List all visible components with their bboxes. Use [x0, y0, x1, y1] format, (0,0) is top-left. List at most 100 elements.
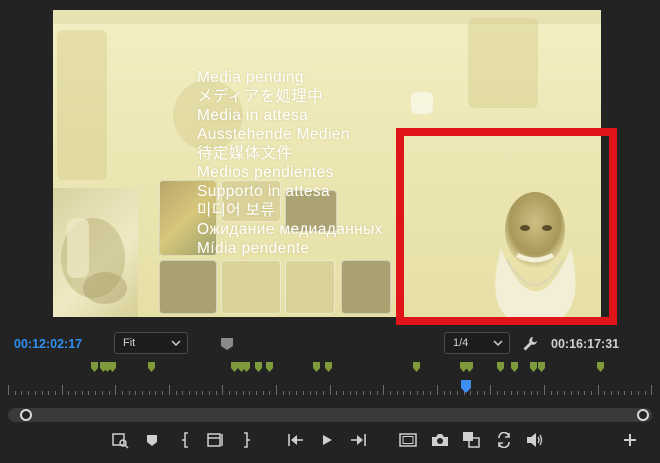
- ruler-tick: [544, 385, 545, 395]
- pending-line: 미디어 보류: [197, 202, 276, 219]
- pending-line: Media in attesa: [197, 107, 309, 124]
- marker-icon[interactable]: [325, 362, 332, 372]
- marker-icon[interactable]: [538, 362, 545, 372]
- ruler-tick: [617, 391, 619, 395]
- zoom-handle-right[interactable]: [637, 409, 649, 421]
- ruler-tick: [624, 391, 626, 395]
- play-button[interactable]: [317, 430, 337, 450]
- chevron-down-icon: [171, 340, 181, 347]
- pending-line: メディアを処理中: [197, 88, 324, 105]
- ruler-tick: [651, 385, 653, 395]
- ruler-tick: [644, 391, 646, 395]
- marker-icon[interactable]: [466, 362, 473, 372]
- marker-icon[interactable]: [266, 362, 273, 372]
- go-to-out-button[interactable]: [348, 430, 368, 450]
- ruler-tick: [276, 385, 277, 395]
- ruler-tick: [611, 391, 612, 395]
- ruler-tick: [162, 391, 164, 395]
- ruler-tick: [242, 391, 244, 395]
- ruler-tick: [523, 391, 525, 395]
- marker-icon: [147, 435, 157, 446]
- ruler-tick: [477, 391, 478, 395]
- ruler-tick: [296, 391, 298, 395]
- marker-icon[interactable]: [313, 362, 320, 372]
- pending-line: 待定媒体文件: [197, 145, 293, 162]
- marker-icon[interactable]: [413, 362, 420, 372]
- comparison-view-button[interactable]: [461, 430, 481, 450]
- zoom-handle-left[interactable]: [20, 409, 32, 421]
- timeline-markers: [0, 360, 660, 374]
- ruler-tick: [329, 385, 331, 395]
- ruler-tick: [95, 391, 97, 395]
- playback-resolution-value: 1/4: [453, 337, 469, 349]
- ruler-tick: [577, 391, 579, 395]
- audio-button[interactable]: [525, 430, 545, 450]
- duration-timecode: 00:16:17:31: [551, 337, 620, 351]
- ruler-tick: [343, 391, 344, 395]
- button-editor-button[interactable]: [620, 430, 640, 450]
- add-marker-icon[interactable]: [220, 337, 234, 351]
- ruler-tick: [316, 391, 318, 395]
- ghost-tile: [159, 260, 217, 314]
- marker-icon[interactable]: [148, 362, 155, 372]
- ruler-tick: [222, 385, 224, 395]
- ruler-tick: [34, 391, 36, 395]
- ruler-tick: [570, 391, 572, 395]
- export-frame-button[interactable]: [430, 430, 450, 450]
- chevron-down-icon: [493, 340, 503, 347]
- zoom-level-select[interactable]: Fit: [114, 332, 188, 354]
- time-ruler[interactable]: [8, 377, 653, 395]
- go-to-in-button[interactable]: [286, 430, 306, 450]
- current-timecode[interactable]: 00:12:02:17: [14, 337, 82, 351]
- zoom-scroll-bar[interactable]: [8, 408, 652, 422]
- marker-icon[interactable]: [597, 362, 604, 372]
- ruler-tick: [135, 391, 137, 395]
- red-highlight-box: [396, 128, 617, 325]
- ruler-tick: [483, 391, 485, 395]
- ruler-tick: [436, 385, 438, 395]
- ruler-tick: [389, 391, 391, 395]
- marker-icon[interactable]: [530, 362, 537, 372]
- mark-in-button[interactable]: [176, 430, 196, 450]
- marker-icon[interactable]: [243, 362, 250, 372]
- ruler-tick: [209, 391, 210, 395]
- playhead[interactable]: [461, 380, 471, 393]
- marker-icon[interactable]: [511, 362, 518, 372]
- mark-out-button[interactable]: [236, 430, 256, 450]
- marker-icon[interactable]: [255, 362, 262, 372]
- marker-icon[interactable]: [91, 362, 98, 372]
- ruler-tick: [383, 385, 385, 395]
- clip-edit-button[interactable]: [206, 430, 226, 450]
- ruler-tick: [369, 391, 371, 395]
- ghost-portrait: [468, 18, 538, 108]
- ruler-tick: [202, 391, 204, 395]
- marker-icon[interactable]: [497, 362, 504, 372]
- ruler-tick: [416, 391, 418, 395]
- ruler-tick: [175, 391, 177, 395]
- add-marker-button[interactable]: [142, 430, 162, 450]
- clip-edit-icon: [207, 433, 223, 447]
- playback-resolution-select[interactable]: 1/4: [444, 332, 510, 354]
- multi-camera-button[interactable]: [494, 430, 514, 450]
- settings-wrench-icon[interactable]: [522, 336, 538, 352]
- ghost-tile: [341, 260, 391, 314]
- ruler-tick: [490, 385, 492, 395]
- ruler-tick: [108, 391, 110, 395]
- ruler-tick: [564, 391, 566, 395]
- ruler-tick: [255, 391, 257, 395]
- ruler-tick: [121, 391, 123, 395]
- ruler-tick: [229, 391, 231, 395]
- safe-margins-button[interactable]: [398, 430, 418, 450]
- ruler-tick: [510, 391, 512, 395]
- ruler-tick: [81, 391, 83, 395]
- ruler-tick: [410, 391, 411, 395]
- ruler-tick: [322, 391, 324, 395]
- ruler-tick: [503, 391, 505, 395]
- marker-icon[interactable]: [231, 362, 238, 372]
- marker-icon[interactable]: [109, 362, 116, 372]
- pending-line: Ожидание медиаданных: [197, 221, 383, 238]
- insert-edit-button[interactable]: [110, 430, 130, 450]
- ruler-tick: [289, 391, 291, 395]
- ruler-tick: [637, 391, 639, 395]
- media-pending-overlay: Media pending メディアを処理中 Media in attesa A…: [197, 68, 383, 258]
